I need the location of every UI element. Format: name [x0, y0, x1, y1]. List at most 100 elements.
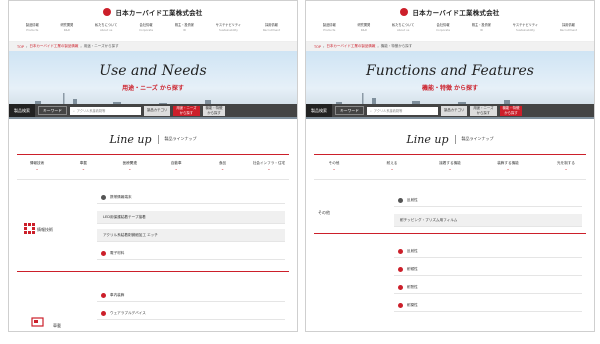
- breadcrumb-products[interactable]: 日本カーバイド工業の製品情報: [29, 44, 78, 49]
- category-search-button[interactable]: 製品カテゴリ: [440, 105, 468, 116]
- right-screenshot: 日本カーバイド工業株式会社 製品情報 Products 研究開発 R&D 私たちにつ…: [305, 0, 595, 332]
- breadcrumb: TOP › 日本カーバイド工業の製品情報 › 用途・ニーズから探す: [9, 42, 297, 51]
- nav-rd[interactable]: 研究開発 R&D: [357, 23, 370, 32]
- lineup-separator: [157, 134, 159, 144]
- category-tab-3[interactable]: 装飾する機能 ⌄: [488, 161, 528, 171]
- category-tab-2[interactable]: 医療関連 ⌄: [110, 161, 150, 171]
- product-search-bar: 製品検索 キーワード ⌕ アクリル系接着剤等 製品カテゴリ 用途・ニーズ から探す …: [306, 104, 594, 117]
- breadcrumb-products[interactable]: 日本カーバイド工業の製品情報: [326, 44, 375, 49]
- company-logo-icon[interactable]: [400, 8, 409, 16]
- hero-title: Functions and Features: [366, 63, 534, 79]
- nav-corporate[interactable]: 会社情報 Corporate: [139, 23, 153, 32]
- list-item[interactable]: 耐候性: [394, 263, 582, 276]
- hero-subtitle: 機能・特徴 から探す: [421, 85, 479, 92]
- hero-subtitle: 用途・ニーズ から探す: [122, 85, 184, 92]
- list-item[interactable]: 電子材料: [97, 247, 285, 260]
- category-tab-3[interactable]: 自動車 ⌄: [156, 161, 196, 171]
- breadcrumb-top[interactable]: TOP: [314, 45, 321, 49]
- bullet-icon: [101, 310, 106, 316]
- company-name[interactable]: 日本カーバイド工業株式会社: [115, 7, 202, 17]
- breadcrumb-top[interactable]: TOP: [17, 45, 24, 49]
- category-tab-4[interactable]: 光を制する ⌄: [546, 161, 586, 171]
- keyword-tab[interactable]: キーワード: [38, 106, 67, 115]
- search-icon: ⌕: [72, 108, 75, 113]
- company-name[interactable]: 日本カーバイド工業株式会社: [412, 7, 499, 17]
- keyword-tab[interactable]: キーワード: [335, 106, 364, 115]
- left-screenshot: 日本カーバイド工業株式会社 製品情報 Products 研究開発 R&D 私たちにつ…: [8, 0, 298, 332]
- nav-products[interactable]: 製品情報 Products: [26, 23, 39, 32]
- site-header: 日本カーバイド工業株式会社: [9, 1, 297, 23]
- nav-sustainability[interactable]: サステナビリティ Sustainability: [216, 23, 241, 32]
- bullet-icon: [398, 302, 403, 308]
- category-tab-1[interactable]: 耐える ⌄: [372, 161, 412, 171]
- function-features-button[interactable]: 機能・特徴 から探す: [202, 105, 226, 116]
- nav-recruitment[interactable]: 採用情報 Recruitment: [560, 23, 577, 32]
- nav-about[interactable]: 私たちについて About us: [95, 23, 117, 32]
- bullet-icon: [101, 194, 106, 200]
- nav-about[interactable]: 私たちについて About us: [392, 23, 414, 32]
- category-tab-5[interactable]: 社会インフラ・住宅 ⌄: [249, 161, 289, 171]
- list-item[interactable]: ウェアラブルデバイス: [97, 307, 285, 320]
- search-input[interactable]: ⌕ アクリル系接着剤等: [69, 106, 141, 115]
- nav-sustainability[interactable]: サステナビリティ Sustainability: [513, 23, 538, 32]
- lineup-title: Line up: [109, 132, 152, 146]
- list-item[interactable]: アクリル系粘着剤微細加工 エッチ: [97, 229, 285, 242]
- function-features-button[interactable]: 機能・特徴 から探す: [499, 105, 523, 116]
- section-title-other: その他: [318, 210, 330, 215]
- category-tabs: 情報技術 ⌄ 車載 ⌄ 医療関連 ⌄ 自動車 ⌄ 食品 ⌄ 社会インフラ・住宅 ⌄: [17, 161, 289, 171]
- list-item[interactable]: 反射性: [394, 194, 582, 207]
- search-input[interactable]: ⌕ アクリル系接着剤等: [366, 106, 438, 115]
- nav-ir[interactable]: 株主・投資家 IR: [175, 23, 194, 32]
- list-item[interactable]: 耐チッピング・プリズム用フィルム: [394, 214, 582, 227]
- category-tabs: その他 ⌄ 耐える ⌄ 接着する機能 ⌄ 装飾する機能 ⌄ 光を制する ⌄: [314, 161, 586, 171]
- category-tab-2[interactable]: 接着する機能 ⌄: [430, 161, 470, 171]
- list-item[interactable]: 耐薬性: [394, 299, 582, 312]
- global-nav: 製品情報 Products 研究開発 R&D 私たちについて About us 会社情…: [9, 23, 297, 42]
- bullet-icon: [101, 292, 106, 298]
- category-rule: [314, 179, 586, 180]
- hero-title: Use and Needs: [99, 63, 207, 79]
- breadcrumb-current: 用途・ニーズから探す: [83, 44, 119, 48]
- nav-recruitment[interactable]: 採用情報 Recruitment: [263, 23, 280, 32]
- category-tab-1[interactable]: 車載 ⌄: [63, 161, 103, 171]
- category-tab-0[interactable]: その他 ⌄: [314, 161, 354, 171]
- section-title-vehicle: 車載: [53, 323, 61, 328]
- company-logo-icon[interactable]: [103, 8, 112, 16]
- chevron-down-icon: ⌄: [332, 166, 336, 171]
- breadcrumb-current: 機能・特徴から探す: [380, 44, 413, 48]
- list-item[interactable]: 反射性: [394, 245, 582, 258]
- use-needs-button[interactable]: 用途・ニーズ から探す: [470, 105, 497, 116]
- category-tab-0[interactable]: 情報技術 ⌄: [17, 161, 57, 171]
- breadcrumb: TOP › 日本カーバイド工業の製品情報 › 機能・特徴から探す: [306, 42, 594, 51]
- category-tab-4[interactable]: 食品 ⌄: [203, 161, 243, 171]
- lineup-subtitle: 製品ラインナップ: [164, 136, 197, 141]
- lineup-separator: [454, 134, 456, 144]
- information-tech-icon: [24, 223, 35, 234]
- bullet-icon: [101, 250, 106, 256]
- nav-rd[interactable]: 研究開発 R&D: [60, 23, 73, 32]
- search-label: 製品検索: [306, 104, 332, 117]
- bullet-icon: [398, 284, 403, 290]
- nav-products[interactable]: 製品情報 Products: [323, 23, 336, 32]
- list-item[interactable]: 耐熱性: [394, 281, 582, 294]
- nav-corporate[interactable]: 会社情報 Corporate: [436, 23, 450, 32]
- lineup-heading: Line up 製品ラインナップ: [306, 128, 594, 150]
- search-label: 製品検索: [9, 104, 35, 117]
- chevron-down-icon: ⌄: [81, 166, 86, 171]
- lineup-divider: [314, 154, 586, 155]
- use-needs-button[interactable]: 用途・ニーズ から探す: [173, 105, 200, 116]
- site-header: 日本カーバイド工業株式会社: [306, 1, 594, 23]
- nav-ir[interactable]: 株主・投資家 IR: [472, 23, 491, 32]
- chevron-down-icon: ⌄: [220, 166, 225, 171]
- chevron-down-icon: ⌄: [390, 166, 394, 171]
- list-item[interactable]: 携帯情報端末: [97, 191, 285, 204]
- global-nav: 製品情報 Products 研究開発 R&D 私たちについて About us 会社情…: [306, 23, 594, 42]
- bullet-icon: [398, 266, 403, 272]
- chevron-down-icon: ⌄: [128, 166, 132, 171]
- chevron-down-icon: ⌄: [448, 166, 452, 171]
- list-item[interactable]: 車内装飾: [97, 289, 285, 302]
- category-search-button[interactable]: 製品カテゴリ: [143, 105, 171, 116]
- category-rule: [17, 179, 289, 180]
- section-divider: [314, 233, 586, 234]
- list-item[interactable]: LED用保護粘着テープ接着: [97, 211, 285, 224]
